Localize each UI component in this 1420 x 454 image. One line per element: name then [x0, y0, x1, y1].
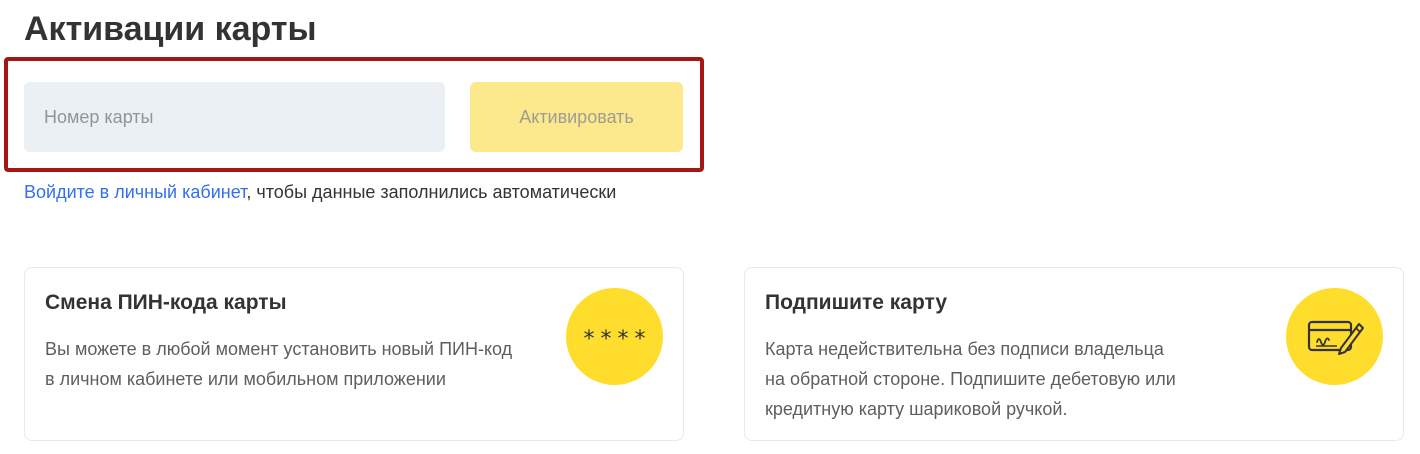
page-title: Активации карты	[24, 10, 317, 48]
card-number-input[interactable]	[24, 82, 445, 152]
sign-card-card[interactable]: Подпишите карту Карта недействительна бе…	[744, 267, 1404, 441]
card-signature-icon	[1286, 288, 1383, 385]
sign-card-title: Подпишите карту	[765, 291, 948, 314]
sign-card-text: Карта недействительна без подписи владел…	[765, 339, 1176, 419]
pin-card-title: Смена ПИН-кода карты	[45, 291, 287, 314]
pin-change-card[interactable]: Смена ПИН-кода карты Вы можете в любой м…	[24, 267, 684, 441]
card-signature-svg	[1307, 320, 1364, 355]
login-hint-text: , чтобы данные заполнились автоматически	[246, 182, 617, 202]
login-hint: Войдите в личный кабинет, чтобы данные з…	[24, 180, 616, 204]
activate-button[interactable]: Активировать	[470, 82, 683, 152]
login-link[interactable]: Войдите в личный кабинет	[24, 182, 246, 202]
pin-card-text: Вы можете в любой момент установить новы…	[45, 339, 513, 389]
pin-stars-text: ****	[583, 327, 652, 352]
pin-asterisks-icon: ****	[566, 288, 663, 385]
